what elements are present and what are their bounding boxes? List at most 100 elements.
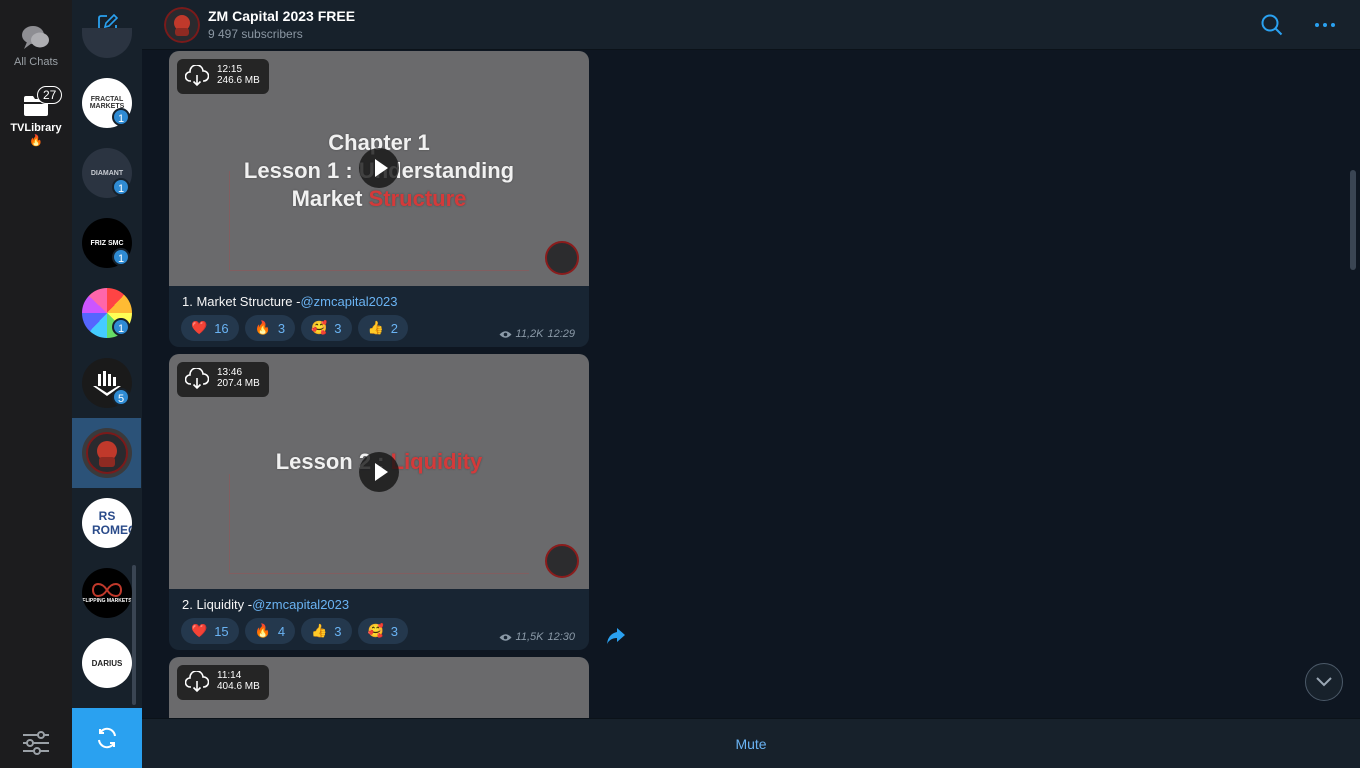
reaction-count: 3 [277,320,286,336]
message-meta: 11,5K 12:30 [499,631,575,643]
download-button[interactable]: 13:46 207.4 MB [177,362,269,397]
views-eye-icon [499,330,512,338]
chat-avatar: DARIUS [82,638,132,688]
download-button[interactable]: 11:14 404.6 MB [177,665,269,700]
channel-footer: Mute [142,718,1360,768]
reaction-fire[interactable]: 🔥 4 [244,618,296,644]
message-video-post: 11:14 404.6 MB [169,657,589,718]
reaction-heart[interactable]: ❤️ 15 [181,618,239,644]
mascot-icon [164,7,200,43]
heart-icon: ❤️ [191,320,208,335]
channel-avatar[interactable] [164,7,200,43]
reaction-thumbs-up[interactable]: 👍 3 [301,618,352,644]
reaction-love-face[interactable]: 🥰 3 [357,618,408,644]
video-title-highlight: Liquidity [390,449,483,474]
reaction-count: 2 [390,320,398,336]
video-duration: 12:15 [217,64,243,75]
fire-icon: 🔥 [254,320,271,335]
folder-tvlibrary[interactable]: 27 TVLibrary 🔥 [0,86,72,147]
reaction-count: 15 [214,623,229,639]
mute-button[interactable]: Mute [735,736,766,752]
message-time: 12:29 [547,328,575,340]
chat-avatar: FLIPPING MARKETS [82,568,132,618]
folder-unread-badge: 27 [37,86,63,104]
caption-text: 1. Market Structure - [182,294,301,309]
subscriber-count: 9 497 subscribers [208,27,303,41]
video-duration: 13:46 [217,367,243,378]
folder-tvlibrary-label: TVLibrary [10,122,62,134]
unread-badge: 5 [112,388,130,406]
refresh-icon [98,727,116,749]
reactions-bar: ❤️ 15 🔥 4 👍 3 🥰 3 [181,618,408,644]
video-size: 404.6 MB [217,681,260,692]
video-duration: 11:14 [217,670,242,681]
reaction-fire[interactable]: 🔥 3 [244,315,296,341]
video-title-highlight: Structure [368,186,467,211]
message-meta: 11,2K 12:29 [499,328,575,340]
cloud-download-icon [185,368,209,390]
reaction-count: 3 [390,623,398,639]
search-icon [1261,14,1283,36]
reaction-count: 16 [214,320,229,336]
chat-avatar-partial[interactable] [82,28,132,58]
thumbs-up-icon: 👍 [367,320,384,335]
reaction-count: 3 [334,320,342,336]
video-title-line: Lesson 1 : U [243,158,375,183]
folder-all-chats-label: All Chats [13,56,59,68]
avatar-label: FRIZ SMC [90,239,124,247]
reaction-love-face[interactable]: 🥰 3 [301,315,352,341]
reaction-thumbs-up[interactable]: 👍 2 [357,315,408,341]
message-caption: 1. Market Structure -@zmcapital2023 [182,294,398,309]
play-button[interactable] [359,452,399,492]
video-player[interactable]: 11:14 404.6 MB [169,657,589,718]
video-player[interactable]: Chapter 1 Lesson 1 : Understanding Marke… [169,51,589,286]
watermark-logo [545,241,579,275]
views-eye-icon [499,633,512,641]
avatar-label: DIAMANT [90,169,124,177]
message-video-post: Chapter 1 Lesson 1 : Understanding Marke… [169,51,589,347]
video-size: 207.4 MB [217,378,260,389]
filter-settings-button[interactable] [21,730,51,761]
scroll-to-bottom-button[interactable] [1305,663,1343,701]
view-count: 11,2K [515,328,544,340]
search-button[interactable] [1261,14,1283,41]
fire-icon: 🔥 [29,135,43,147]
reaction-heart[interactable]: ❤️ 16 [181,315,239,341]
fire-icon: 🔥 [254,623,271,638]
share-arrow-icon [607,628,625,644]
reactions-bar: ❤️ 16 🔥 3 🥰 3 👍 2 [181,315,408,341]
play-button[interactable] [359,148,399,188]
sliders-icon [23,731,49,755]
cloud-download-icon [185,65,209,87]
caption-text: 2. Liquidity - [182,597,253,612]
unread-badge: 1 [112,248,130,266]
channel-mention-link[interactable]: @zmcapital2023 [300,294,397,309]
avatar-label: FLIPPING MARKETS [82,598,132,604]
channel-mention-link[interactable]: @zmcapital2023 [252,597,349,612]
video-player[interactable]: Lesson 2 : Liquidity 13:46 207.4 MB [169,354,589,589]
unread-badge: 1 [112,178,130,196]
messages-scrollbar[interactable] [1350,170,1356,270]
smiling-hearts-icon: 🥰 [311,320,328,335]
unread-badge: 1 [112,318,130,336]
chat-avatar [82,428,132,478]
chats-icon [22,26,49,49]
chat-header: ZM Capital 2023 FREE 9 497 subscribers [142,0,1360,50]
watermark-logo [545,544,579,578]
video-size: 246.6 MB [217,75,260,86]
channel-title[interactable]: ZM Capital 2023 FREE [208,8,355,24]
download-button[interactable]: 12:15 246.6 MB [177,59,269,94]
refresh-button[interactable] [72,708,142,768]
cloud-download-icon [185,671,209,693]
thumbs-up-icon: 👍 [311,623,328,638]
chat-avatar: RS ROMEO [82,498,132,548]
avatar-label: RS ROMEO [92,509,132,537]
chat-list-scrollbar[interactable] [132,565,136,705]
share-button[interactable] [606,627,626,650]
more-button[interactable] [1314,14,1336,41]
message-time: 12:30 [547,631,575,643]
message-video-post: Lesson 2 : Liquidity 13:46 207.4 MB 2. L… [169,354,589,650]
smiling-hearts-icon: 🥰 [367,623,384,638]
infinity-icon [91,583,123,597]
folder-all-chats[interactable]: All Chats [0,24,72,68]
